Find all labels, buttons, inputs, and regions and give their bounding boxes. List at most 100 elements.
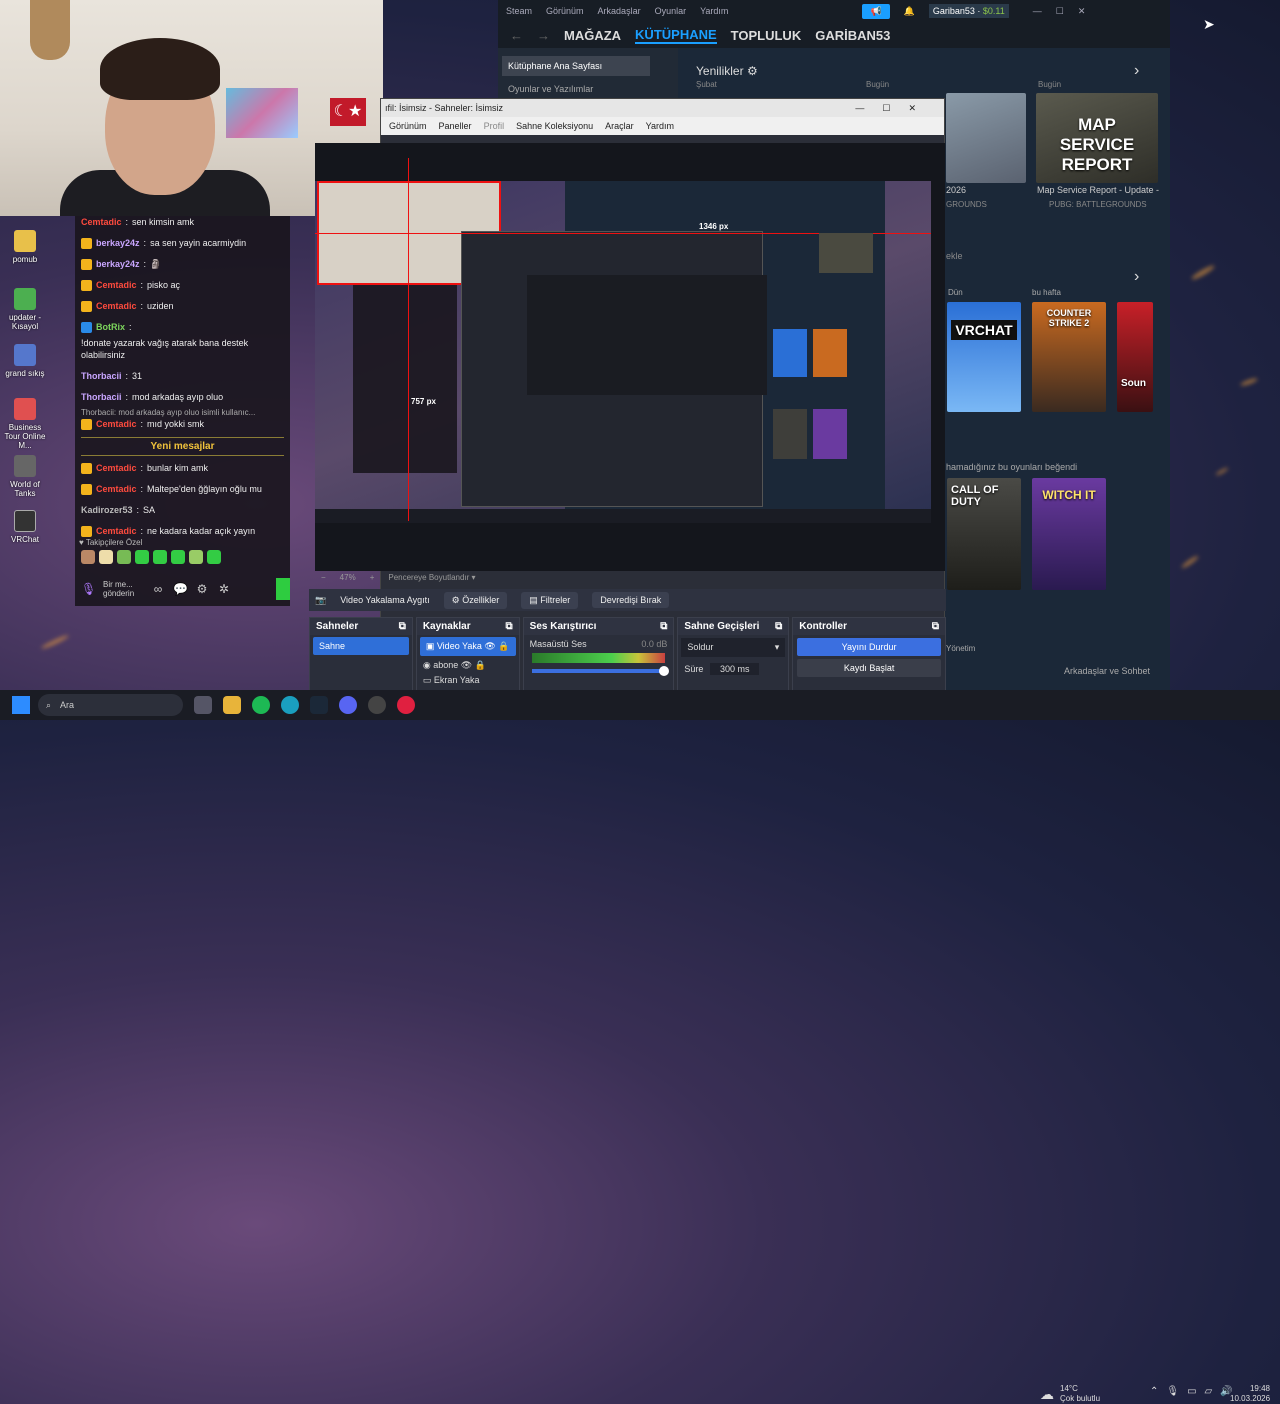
- volume-slider[interactable]: [531, 666, 670, 676]
- obs-menu-docks[interactable]: Paneller: [439, 117, 472, 135]
- emote-icon[interactable]: [171, 550, 185, 564]
- emote-icon[interactable]: [189, 550, 203, 564]
- witch-it-tile[interactable]: WITCH IT: [1032, 478, 1106, 590]
- start-recording-button[interactable]: Kaydı Başlat: [797, 659, 941, 677]
- source-item[interactable]: ▭ Ekran Yaka: [417, 673, 519, 688]
- sound-tile[interactable]: Soun: [1117, 302, 1153, 412]
- obs-window-controls[interactable]: —☐✕: [855, 99, 944, 117]
- transition-select[interactable]: Soldur ▾: [681, 638, 786, 657]
- gear-icon[interactable]: ⚙: [747, 64, 758, 78]
- steam-menu-help[interactable]: Yardım: [700, 6, 728, 16]
- dock-menu-icon[interactable]: ⧉: [932, 621, 939, 632]
- duration-input[interactable]: 300 ms: [709, 663, 760, 675]
- manage-label[interactable]: Yönetim: [946, 644, 975, 653]
- app-icon[interactable]: [397, 696, 415, 714]
- nav-store[interactable]: MAĞAZA: [564, 28, 621, 43]
- steam-menu-view[interactable]: Görünüm: [546, 6, 584, 16]
- desktop-icon-grand[interactable]: grand sıkış: [0, 344, 50, 378]
- desktop-icon-business-tour[interactable]: Business Tour Online M...: [0, 398, 50, 450]
- send-button[interactable]: [276, 578, 290, 600]
- nav-library[interactable]: KÜTÜPHANE: [635, 27, 717, 44]
- obs-menu-help[interactable]: Yardım: [646, 117, 674, 135]
- nav-community[interactable]: TOPLULUK: [731, 28, 802, 43]
- obs-menu-view[interactable]: Görünüm: [389, 117, 427, 135]
- chevron-up-icon[interactable]: ⌃: [1150, 1387, 1158, 1397]
- zoom-mode-select[interactable]: Pencereye Boyutlandır ▾: [388, 571, 475, 585]
- obs-preview[interactable]: 1346 px 757 px: [315, 143, 945, 571]
- dock-menu-icon[interactable]: ⧉: [775, 621, 782, 632]
- desktop-icon-updater[interactable]: updater - Kısayol: [0, 288, 50, 331]
- library-home-button[interactable]: Kütüphane Ana Sayfası: [502, 56, 650, 76]
- steam-menu-games[interactable]: Oyunlar: [655, 6, 687, 16]
- emote-icon[interactable]: [81, 550, 95, 564]
- steam-menu-steam[interactable]: Steam: [506, 6, 532, 16]
- scene-item[interactable]: Sahne: [313, 637, 409, 655]
- maximize-icon[interactable]: ☐: [1056, 6, 1064, 17]
- weather-widget[interactable]: ☁ 14°C Çok bulutlu: [1040, 1384, 1100, 1404]
- chat-bubble-icon[interactable]: 💬: [173, 582, 188, 596]
- map-service-report-tile[interactable]: MAP SERVICE REPORT: [1036, 93, 1158, 183]
- microphone-icon[interactable]: 🎙: [1166, 1387, 1179, 1397]
- taskbar-search[interactable]: ⌕ Ara: [38, 694, 183, 716]
- emote-icon[interactable]: [117, 550, 131, 564]
- source-item[interactable]: ▣ Video Yaka 👁 🔒: [419, 637, 516, 656]
- deactivate-button[interactable]: Devredişi Bırak: [592, 592, 670, 608]
- news-title[interactable]: Map Service Report - Update -: [1037, 185, 1159, 195]
- shelf-next-icon[interactable]: ›: [1134, 268, 1139, 286]
- nav-profile[interactable]: GARİBAN53: [815, 28, 890, 43]
- zoom-in-icon[interactable]: +: [370, 571, 375, 585]
- desktop-icon-world-of-tanks[interactable]: World of Tanks: [0, 455, 50, 498]
- obs-menu-tools[interactable]: Araçlar: [605, 117, 634, 135]
- filters-button[interactable]: ▤ Filtreler: [521, 591, 579, 609]
- stop-stream-button[interactable]: Yayını Durdur: [797, 638, 941, 656]
- spotify-icon[interactable]: [252, 696, 270, 714]
- obs-icon[interactable]: [368, 696, 386, 714]
- network-icon[interactable]: ▱: [1205, 1387, 1213, 1397]
- file-explorer-icon[interactable]: [223, 696, 241, 714]
- source-item[interactable]: ◉ abone 👁 🔒: [417, 658, 519, 673]
- clock[interactable]: 19:48 10.03.2026: [1230, 1384, 1270, 1404]
- close-icon[interactable]: ✕: [1078, 6, 1086, 17]
- broadcast-icon[interactable]: 📢: [862, 3, 890, 19]
- cod-tile[interactable]: CALL OF DUTY: [947, 478, 1021, 590]
- desktop-icon-vrchat[interactable]: VRChat: [0, 510, 50, 544]
- obs-menu-scene-collection[interactable]: Sahne Koleksiyonu: [516, 117, 593, 135]
- news-tile-1[interactable]: [946, 93, 1026, 183]
- dock-menu-icon[interactable]: ⧉: [506, 621, 513, 632]
- emote-icon[interactable]: [207, 550, 221, 564]
- dock-menu-icon[interactable]: ⧉: [660, 621, 667, 632]
- next-arrow-icon[interactable]: ›: [1134, 62, 1139, 80]
- vrchat-tile[interactable]: VRCHAT: [947, 302, 1021, 412]
- edge-icon[interactable]: [281, 696, 299, 714]
- link-icon[interactable]: ∞: [151, 582, 165, 596]
- steam-menu-friends[interactable]: Arkadaşlar: [598, 6, 641, 16]
- chat-input[interactable]: Bir me... gönderin: [103, 580, 143, 598]
- forward-arrow-icon[interactable]: →: [537, 28, 550, 43]
- notification-bell-icon[interactable]: 🔔: [904, 6, 915, 17]
- emote-icon[interactable]: [135, 550, 149, 564]
- back-arrow-icon[interactable]: ←: [510, 28, 523, 43]
- display-icon[interactable]: ▭: [1187, 1387, 1196, 1397]
- obs-menu-profile[interactable]: Profil: [484, 117, 505, 135]
- desktop-icon-pomub[interactable]: pomub: [0, 230, 50, 264]
- gear-icon[interactable]: ✲: [217, 582, 231, 596]
- friends-chat-button[interactable]: Arkadaşlar ve Sohbet: [1064, 666, 1150, 676]
- dock-menu-icon[interactable]: ⧉: [399, 621, 406, 632]
- task-view-icon[interactable]: [194, 696, 212, 714]
- discord-icon[interactable]: [339, 696, 357, 714]
- steam-user[interactable]: Gariban53 · $0.11: [928, 4, 1009, 18]
- tray-icons: ⌃ 🎙 ▭ ▱ 🔊: [1150, 1387, 1233, 1397]
- steam-icon[interactable]: [310, 696, 328, 714]
- zoom-out-icon[interactable]: −: [321, 571, 326, 585]
- emote-icon[interactable]: [153, 550, 167, 564]
- minimize-icon[interactable]: —: [1033, 6, 1042, 16]
- slider-handle[interactable]: [659, 666, 670, 676]
- cs2-tile[interactable]: COUNTER STRIKE 2: [1032, 302, 1106, 412]
- emote-icon[interactable]: [99, 550, 113, 564]
- start-button[interactable]: [12, 696, 30, 714]
- add-shelf[interactable]: ekle: [946, 251, 963, 261]
- settings-icon[interactable]: ⚙: [195, 582, 209, 596]
- microphone-icon[interactable]: 🎙: [81, 582, 96, 596]
- properties-button[interactable]: ⚙ Özellikler: [443, 591, 508, 609]
- games-filter[interactable]: Oyunlar ve Yazılımlar: [498, 84, 678, 94]
